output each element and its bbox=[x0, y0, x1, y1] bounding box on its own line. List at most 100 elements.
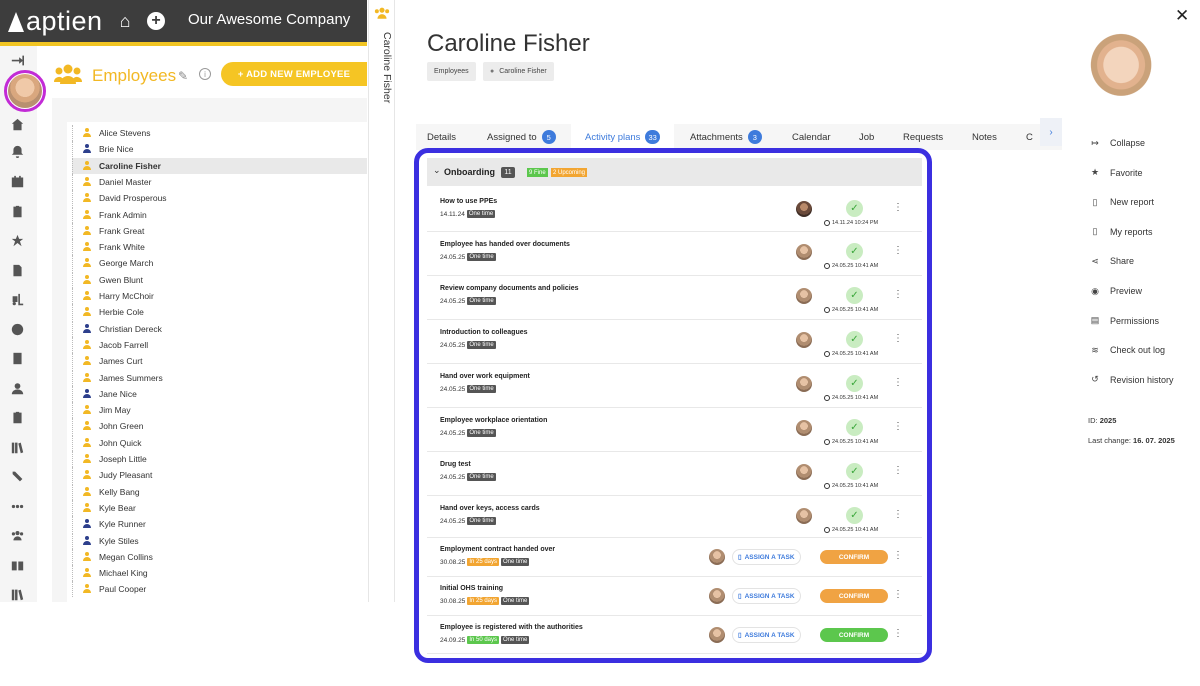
library-icon[interactable] bbox=[9, 439, 25, 455]
more-options-icon[interactable]: ⋮ bbox=[893, 422, 903, 432]
employee-list-item[interactable]: Herbie Cole bbox=[72, 304, 367, 321]
check-circle-icon[interactable] bbox=[9, 321, 25, 337]
add-new-employee-button[interactable]: + ADD NEW EMPLOYEE bbox=[221, 62, 367, 86]
activity-row[interactable]: Hand over work equipment 24.05.25 One time… bbox=[427, 364, 922, 408]
app-logo[interactable]: aptien bbox=[8, 6, 103, 37]
action-revision-history[interactable]: ↺ Revision history bbox=[1090, 373, 1173, 387]
tab-requests[interactable]: Requests bbox=[903, 124, 943, 150]
company-name[interactable]: Our Awesome Company bbox=[188, 11, 350, 28]
home-nav-icon[interactable] bbox=[9, 116, 25, 132]
breadcrumb-employees[interactable]: Employees bbox=[427, 62, 476, 81]
action-check-out-log[interactable]: ≋ Check out log bbox=[1090, 343, 1165, 357]
assignee-avatar[interactable] bbox=[709, 549, 725, 565]
add-icon[interactable]: + bbox=[146, 11, 166, 31]
library-2-icon[interactable] bbox=[9, 586, 25, 602]
tabs-next-chevron-icon[interactable]: › bbox=[1040, 118, 1062, 146]
employee-list-item[interactable]: Brie Nice bbox=[72, 141, 367, 158]
confirm-button[interactable]: CONFIRM bbox=[820, 628, 888, 642]
employee-list-item[interactable]: Frank Great bbox=[72, 222, 367, 239]
book-icon[interactable] bbox=[9, 557, 25, 573]
more-options-icon[interactable]: ⋮ bbox=[893, 629, 903, 639]
action-permissions[interactable]: ▤ Permissions bbox=[1090, 314, 1159, 328]
employee-list-item[interactable]: Paul Cooper bbox=[72, 581, 367, 598]
employee-list-item[interactable]: Harry McChoir bbox=[72, 288, 367, 304]
action-preview[interactable]: ◉ Preview bbox=[1090, 284, 1142, 298]
assign-task-button[interactable]: ▯ ASSIGN A TASK bbox=[732, 627, 801, 643]
assignee-avatar[interactable] bbox=[796, 201, 812, 217]
tab-activity-plans[interactable]: Activity plans 33 bbox=[571, 124, 674, 150]
employee-list-item[interactable]: Christian Dereck bbox=[72, 320, 367, 337]
tab-attachments[interactable]: Attachments 3 bbox=[690, 124, 762, 150]
home-icon[interactable]: ⌂ bbox=[115, 11, 135, 31]
action-collapse[interactable]: ↦ Collapse bbox=[1090, 136, 1145, 150]
strip-record-name[interactable]: Caroline Fisher bbox=[371, 32, 393, 112]
assignee-avatar[interactable] bbox=[796, 244, 812, 260]
calendar-icon[interactable] bbox=[9, 173, 25, 189]
assignee-avatar[interactable] bbox=[796, 376, 812, 392]
employee-list-item[interactable]: Jim May bbox=[72, 402, 367, 419]
employee-list-item[interactable]: James Curt bbox=[72, 353, 367, 370]
assignee-avatar[interactable] bbox=[796, 464, 812, 480]
activity-row[interactable]: Initial OHS training 30.08.25 In 25 days On… bbox=[427, 577, 922, 616]
more-options-icon[interactable]: ⋮ bbox=[893, 246, 903, 256]
employee-list-item[interactable]: David Prosperous bbox=[72, 190, 367, 207]
tab-c[interactable]: C bbox=[1026, 124, 1033, 150]
employee-list-item[interactable]: John Green bbox=[72, 418, 367, 435]
more-icon[interactable] bbox=[9, 498, 25, 514]
tab-job[interactable]: Job bbox=[859, 124, 874, 150]
assign-task-button[interactable]: ▯ ASSIGN A TASK bbox=[732, 588, 801, 604]
employee-list-item[interactable]: Frank White bbox=[72, 239, 367, 256]
tab-notes[interactable]: Notes bbox=[972, 124, 997, 150]
assign-task-button[interactable]: ▯ ASSIGN A TASK bbox=[732, 549, 801, 565]
activity-row[interactable]: Hand over keys, access cards 24.05.25 One … bbox=[427, 496, 922, 538]
activity-row[interactable]: How to use PPEs 14.11.24 One time ✓ 14.11.24… bbox=[427, 189, 922, 232]
assignee-avatar[interactable] bbox=[709, 588, 725, 604]
assignee-avatar[interactable] bbox=[796, 420, 812, 436]
expand-sidebar-icon[interactable] bbox=[9, 52, 25, 68]
tab-calendar[interactable]: Calendar bbox=[792, 124, 831, 150]
employee-list-item[interactable]: Kyle Stiles bbox=[72, 532, 367, 549]
assignee-avatar[interactable] bbox=[709, 627, 725, 643]
assignee-avatar[interactable] bbox=[796, 332, 812, 348]
employee-list-item[interactable]: Kelly Bang bbox=[72, 483, 367, 500]
more-options-icon[interactable]: ⋮ bbox=[893, 590, 903, 600]
employee-list-item[interactable]: Alice Stevens bbox=[72, 125, 367, 141]
activity-row[interactable]: Employee is registered with the authorit… bbox=[427, 616, 922, 654]
employee-list-item[interactable]: Michael King bbox=[72, 565, 367, 582]
activity-row[interactable]: Introduction to colleagues 24.05.25 One ti… bbox=[427, 320, 922, 364]
tab-details[interactable]: Details bbox=[427, 124, 456, 150]
tasks-icon[interactable] bbox=[9, 409, 25, 425]
more-options-icon[interactable]: ⋮ bbox=[893, 334, 903, 344]
report-nav-icon[interactable] bbox=[9, 350, 25, 366]
tools-icon[interactable] bbox=[9, 468, 25, 484]
bell-icon[interactable] bbox=[9, 143, 25, 159]
tab-assigned-to[interactable]: Assigned to 5 bbox=[487, 124, 556, 150]
pencil-icon[interactable]: ✎ bbox=[178, 69, 188, 83]
clipboard-icon[interactable] bbox=[9, 203, 25, 219]
more-options-icon[interactable]: ⋮ bbox=[893, 466, 903, 476]
employee-list-item[interactable]: Gwen Blunt bbox=[72, 271, 367, 288]
star-nav-icon[interactable] bbox=[9, 232, 25, 248]
more-options-icon[interactable]: ⋮ bbox=[893, 510, 903, 520]
employee-list-item[interactable]: Caroline Fisher bbox=[72, 157, 367, 174]
employee-list-item[interactable]: George March bbox=[72, 255, 367, 272]
activity-row[interactable]: Employee has handed over documents 24.05.… bbox=[427, 232, 922, 276]
employee-list-item[interactable]: Jane Nice bbox=[72, 385, 367, 402]
activity-row[interactable]: Employment contract handed over 30.08.25 I… bbox=[427, 538, 922, 577]
chevron-down-icon[interactable]: ⌄ bbox=[433, 165, 441, 176]
document-icon[interactable] bbox=[9, 262, 25, 278]
activity-row[interactable]: Employee workplace orientation 24.05.25 On… bbox=[427, 408, 922, 452]
employee-list-item[interactable]: Joseph Little bbox=[72, 451, 367, 467]
close-icon[interactable]: ✕ bbox=[1175, 6, 1189, 26]
action-share[interactable]: ⋖ Share bbox=[1090, 254, 1134, 268]
info-icon[interactable]: i bbox=[199, 68, 211, 80]
more-options-icon[interactable]: ⋮ bbox=[893, 290, 903, 300]
action-favorite[interactable]: ★ Favorite bbox=[1090, 166, 1143, 180]
employee-list-item[interactable]: John Quick bbox=[72, 434, 367, 451]
team-icon[interactable] bbox=[9, 527, 25, 543]
employee-list-item[interactable]: Kyle Bear bbox=[72, 499, 367, 516]
confirm-button[interactable]: CONFIRM bbox=[820, 589, 888, 603]
user-avatar[interactable] bbox=[8, 74, 42, 108]
employee-list-item[interactable]: James Summers bbox=[72, 369, 367, 386]
employee-list-item[interactable]: Daniel Master bbox=[72, 173, 367, 190]
